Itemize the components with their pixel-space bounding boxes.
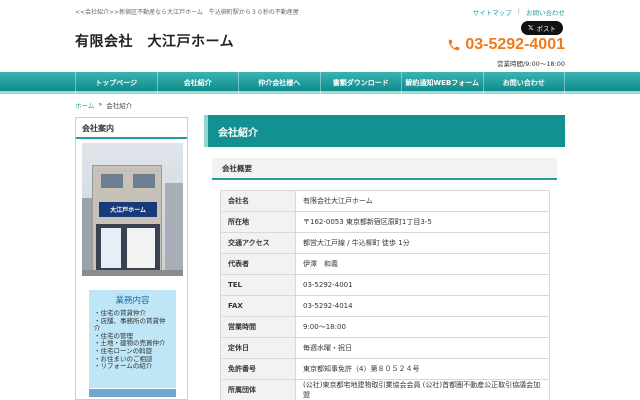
company-info-table: 会社名 有限会社大江戸ホーム 所在地 〒162-0053 東京都新宿区原町1丁目3-…: [220, 190, 550, 400]
page-title: 会社紹介: [204, 115, 565, 147]
row-key: 会社名: [220, 190, 296, 212]
table-row: 定休日 毎週水曜・祝日: [220, 337, 550, 359]
nav-agents[interactable]: 仲介会社様へ: [238, 72, 320, 94]
row-key: FAX: [220, 295, 296, 317]
table-row: 会社名 有限会社大江戸ホーム: [220, 190, 550, 212]
sidebar-banner[interactable]: [89, 389, 176, 397]
nav-contact[interactable]: お問い合わせ: [482, 72, 565, 94]
business-list: 住宅の賃貸仲介 店舗、事務所の賃貸仲介 住宅の管理 土地・建物の売買仲介 住宅ロ…: [94, 309, 171, 371]
row-value: 03-5292-4014: [295, 295, 550, 317]
row-value: 〒162-0053 東京都新宿区原町1丁目3-5: [295, 211, 550, 233]
table-row: 代表者 伊澤 和義: [220, 253, 550, 275]
business-hours: 営業時間/9:00～18:00: [496, 60, 565, 68]
row-key: 所在地: [220, 211, 296, 233]
row-key: TEL: [220, 274, 296, 296]
header-tagline: <<会社紹介>>新宿区不動産なら大江戸ホーム 牛込柳町駅から３０秒の不動産屋: [75, 9, 299, 16]
row-key: 所属団体: [220, 379, 296, 400]
row-value: 都営大江戸線 / 牛込柳町 徒歩 1分: [295, 232, 550, 254]
breadcrumb-current: 会社紹介: [106, 102, 133, 110]
row-value: 有限会社大江戸ホーム: [295, 190, 550, 212]
table-row: FAX 03-5292-4014: [220, 295, 550, 317]
contact-link[interactable]: お問い合わせ: [526, 7, 565, 17]
row-key: 営業時間: [220, 316, 296, 338]
sidebar-title: 会社案内: [76, 118, 187, 139]
list-item: 店舗、事務所の賃貸仲介: [94, 317, 171, 333]
x-post-button[interactable]: 𝕏 ポスト: [520, 21, 563, 35]
section-title: 会社概要: [212, 158, 557, 180]
main-nav: トップページ 会社紹介 仲介会社様へ 書類ダウンロード 解約通知WEBフォーム …: [0, 72, 640, 94]
row-value: (公社)東京都宅地建物取引業協会会員 (公社)首都圏不動産公正取引協議会加盟: [295, 379, 550, 400]
row-key: 代表者: [220, 253, 296, 275]
header-utility-links: サイトマップ | お問い合わせ: [473, 7, 565, 17]
office-photo: 大江戸ホーム: [82, 143, 183, 276]
breadcrumb-separator: »: [98, 100, 103, 108]
row-value: 9:00～18:00: [295, 316, 550, 338]
nav-company[interactable]: 会社紹介: [156, 72, 239, 94]
table-row: 交通アクセス 都営大江戸線 / 牛込柳町 徒歩 1分: [220, 232, 550, 254]
breadcrumb: ホーム » 会社紹介: [75, 100, 132, 110]
nav-downloads[interactable]: 書類ダウンロード: [319, 72, 402, 94]
business-title: 業務内容: [115, 296, 150, 306]
x-icon: 𝕏: [527, 24, 534, 32]
phone-number[interactable]: 03-5292-4001: [447, 36, 565, 54]
business-box: 業務内容 住宅の賃貸仲介 店舗、事務所の賃貸仲介 住宅の管理 土地・建物の売買仲…: [89, 290, 176, 388]
breadcrumb-home[interactable]: ホーム: [75, 100, 94, 110]
office-sign: 大江戸ホーム: [99, 202, 157, 217]
phone-icon: [449, 39, 460, 51]
row-key: 定休日: [220, 337, 296, 359]
row-value: 03-5292-4001: [295, 274, 550, 296]
table-row: 営業時間 9:00～18:00: [220, 316, 550, 338]
phone-number-text: 03-5292-4001: [465, 36, 565, 53]
row-value: 伊澤 和義: [295, 253, 550, 275]
row-key: 免許番号: [220, 358, 296, 380]
table-row: 免許番号 東京都知事免許（4）第８０５２４号: [220, 358, 550, 380]
table-row: 所在地 〒162-0053 東京都新宿区原町1丁目3-5: [220, 211, 550, 233]
nav-top[interactable]: トップページ: [75, 72, 157, 94]
company-logo-text[interactable]: 有限会社 大江戸ホーム: [75, 31, 234, 51]
row-value: 毎週水曜・祝日: [295, 337, 550, 359]
row-value: 東京都知事免許（4）第８０５２４号: [295, 358, 550, 380]
row-key: 交通アクセス: [220, 232, 296, 254]
sitemap-link[interactable]: サイトマップ: [473, 7, 512, 17]
x-post-label: ポスト: [536, 25, 557, 33]
link-separator: |: [517, 7, 520, 15]
table-row: 所属団体 (公社)東京都宅地建物取引業協会会員 (公社)首都圏不動産公正取引協議会…: [220, 379, 550, 400]
nav-cancel-form[interactable]: 解約通知WEBフォーム: [401, 72, 483, 94]
table-row: TEL 03-5292-4001: [220, 274, 550, 296]
sidebar: 会社案内 大江戸ホーム 業務内容 住宅の賃貸仲介 店舗、事務所の賃貸仲介 住宅の…: [75, 117, 188, 400]
list-item: リフォームの紹介: [94, 363, 171, 371]
